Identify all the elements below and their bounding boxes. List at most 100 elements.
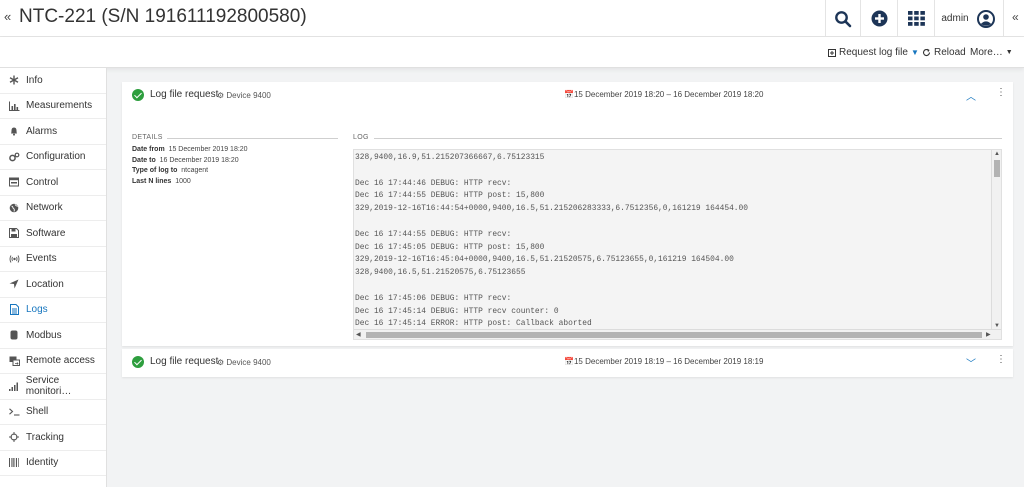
refresh-icon [922, 48, 931, 56]
scroll-up-arrow-icon[interactable]: ▲ [994, 151, 1000, 157]
sidebar-item-control[interactable]: Control [0, 170, 106, 196]
sidebar-item-configuration[interactable]: Configuration [0, 145, 106, 170]
horizontal-scroll-thumb[interactable] [366, 332, 982, 338]
sidebar-item-label: Tracking [26, 431, 64, 443]
chevron-up-icon[interactable]: ︿ [966, 88, 976, 103]
kebab-menu-icon[interactable]: ⋮ [996, 354, 1006, 365]
vertical-scrollbar[interactable]: ▲ ▼ [991, 150, 1001, 330]
sidebar-item-software[interactable]: Software [0, 221, 106, 247]
sidebar-item-service-monitoring[interactable]: Service monitori… [0, 374, 106, 400]
sidebar-item-remote-access[interactable]: Remote access [0, 349, 106, 374]
scroll-left-arrow-icon[interactable]: ◀ [356, 331, 361, 338]
signal-icon [8, 380, 20, 392]
sidebar-item-network[interactable]: Network [0, 196, 106, 221]
device-link[interactable]: ⚙ Device 9400 [217, 91, 271, 100]
device-name: Device 9400 [226, 91, 271, 100]
username-label: admin [941, 13, 969, 24]
card-title: Log file request [150, 356, 219, 367]
more-menu-button[interactable]: More… ▼ [970, 47, 1013, 58]
add-button[interactable] [861, 0, 897, 37]
device-icon: ⚙ [217, 91, 225, 100]
kebab-menu-icon[interactable]: ⋮ [996, 87, 1006, 98]
reload-button[interactable]: Reload [922, 47, 966, 58]
log-text: 328,9400,16.9,51.215207366667,6.75123315… [355, 153, 749, 329]
success-check-icon [132, 89, 144, 101]
location-arrow-icon [8, 278, 20, 290]
broadcast-icon [8, 253, 20, 265]
log-request-card-expanded: Log file request ⚙ Device 9400 📅15 Decem… [122, 82, 1013, 346]
page-title: NTC-221 (S/N 191611192800580) [19, 6, 307, 27]
terminal-icon [8, 406, 20, 418]
detail-last-lines: Last N lines 1000 [132, 177, 191, 185]
bell-icon [8, 125, 20, 137]
sidebar-item-label: Configuration [26, 151, 86, 163]
control-icon [8, 176, 20, 188]
sidebar-item-identity[interactable]: Identity [0, 451, 106, 476]
action-bar: Request log file ▼ Reload More… ▼ [0, 37, 1024, 68]
sidebar-item-label: Measurements [26, 100, 93, 112]
sidebar-item-label: Shell [26, 406, 49, 418]
date-range: 📅15 December 2019 18:20 – 16 December 20… [564, 90, 763, 99]
card-header[interactable]: Log file request ⚙ Device 9400 📅15 Decem… [122, 349, 1013, 377]
vertical-scroll-thumb[interactable] [994, 160, 1000, 177]
sidebar-item-location[interactable]: Location [0, 272, 106, 298]
log-section-label: LOG [353, 134, 369, 141]
plus-circle-icon [871, 10, 887, 27]
remote-icon [8, 355, 20, 367]
sidebar-item-label: Modbus [26, 329, 62, 341]
barcode-icon [8, 457, 20, 469]
sidebar-item-alarms[interactable]: Alarms [0, 119, 106, 145]
sidebar-item-label: Remote access [26, 355, 95, 367]
request-log-file-button[interactable]: Request log file ▼ [828, 47, 919, 58]
sidebar-item-events[interactable]: Events [0, 247, 106, 272]
device-icon: ⚙ [217, 358, 225, 367]
device-nav-sidebar: Info Measurements Alarms Configuration C… [0, 68, 107, 487]
app-switcher-button[interactable] [898, 0, 934, 37]
header-divider [1003, 0, 1004, 37]
sidebar-item-tracking[interactable]: Tracking [0, 425, 106, 451]
scroll-right-arrow-icon[interactable]: ▶ [986, 331, 991, 338]
detail-log-type: Type of log to ntcagent [132, 167, 209, 174]
date-range: 📅15 December 2019 18:19 – 16 December 20… [564, 357, 763, 366]
asterisk-icon [8, 74, 20, 86]
top-header: « NTC-221 (S/N 191611192800580) admin « [0, 0, 1024, 37]
calendar-icon: 📅 [564, 90, 574, 99]
cylinder-icon [8, 329, 20, 341]
date-range-text: 15 December 2019 18:20 – 16 December 201… [573, 90, 764, 99]
reload-label: Reload [934, 47, 966, 58]
globe-icon [8, 202, 20, 214]
sidebar-item-label: Logs [26, 304, 48, 316]
caret-down-icon: ▼ [1005, 49, 1013, 56]
sidebar-item-label: Alarms [26, 125, 58, 137]
log-viewer[interactable]: 328,9400,16.9,51.215207366667,6.75123315… [353, 149, 1002, 340]
sidebar-item-label: Info [26, 74, 43, 86]
user-menu-button[interactable]: admin [935, 0, 1001, 37]
search-button[interactable] [826, 0, 860, 37]
device-link[interactable]: ⚙ Device 9400 [217, 358, 271, 367]
calendar-icon: 📅 [564, 357, 574, 366]
sidebar-item-measurements[interactable]: Measurements [0, 94, 106, 119]
request-log-file-label: Request log file [839, 47, 908, 58]
details-section-label: DETAILS [132, 134, 163, 141]
collapse-right-panel-icon[interactable]: « [1012, 10, 1019, 24]
bar-chart-icon [8, 100, 20, 112]
sidebar-item-logs[interactable]: Logs [0, 298, 106, 323]
sidebar-item-label: Service monitori… [25, 375, 72, 398]
collapse-navigator-icon[interactable]: « [4, 9, 11, 24]
sidebar-item-label: Identity [26, 457, 59, 469]
chevron-down-icon[interactable]: ﹀ [966, 355, 976, 370]
detail-date-to: Date to 16 December 2019 18:20 [132, 156, 239, 164]
search-icon [835, 10, 852, 27]
card-title: Log file request [150, 89, 219, 100]
sidebar-item-info[interactable]: Info [0, 68, 106, 94]
sidebar-item-shell[interactable]: Shell [0, 400, 106, 425]
more-label: More… [970, 47, 1003, 58]
sidebar-item-label: Location [26, 278, 64, 290]
horizontal-scrollbar[interactable]: ◀ ▶ [354, 329, 1001, 339]
log-divider [374, 138, 1002, 139]
log-request-card-collapsed[interactable]: Log file request ⚙ Device 9400 📅15 Decem… [122, 349, 1013, 377]
crosshair-icon [8, 431, 20, 443]
device-name: Device 9400 [226, 358, 271, 367]
card-header[interactable]: Log file request ⚙ Device 9400 📅15 Decem… [122, 82, 1013, 110]
sidebar-item-modbus[interactable]: Modbus [0, 323, 106, 349]
